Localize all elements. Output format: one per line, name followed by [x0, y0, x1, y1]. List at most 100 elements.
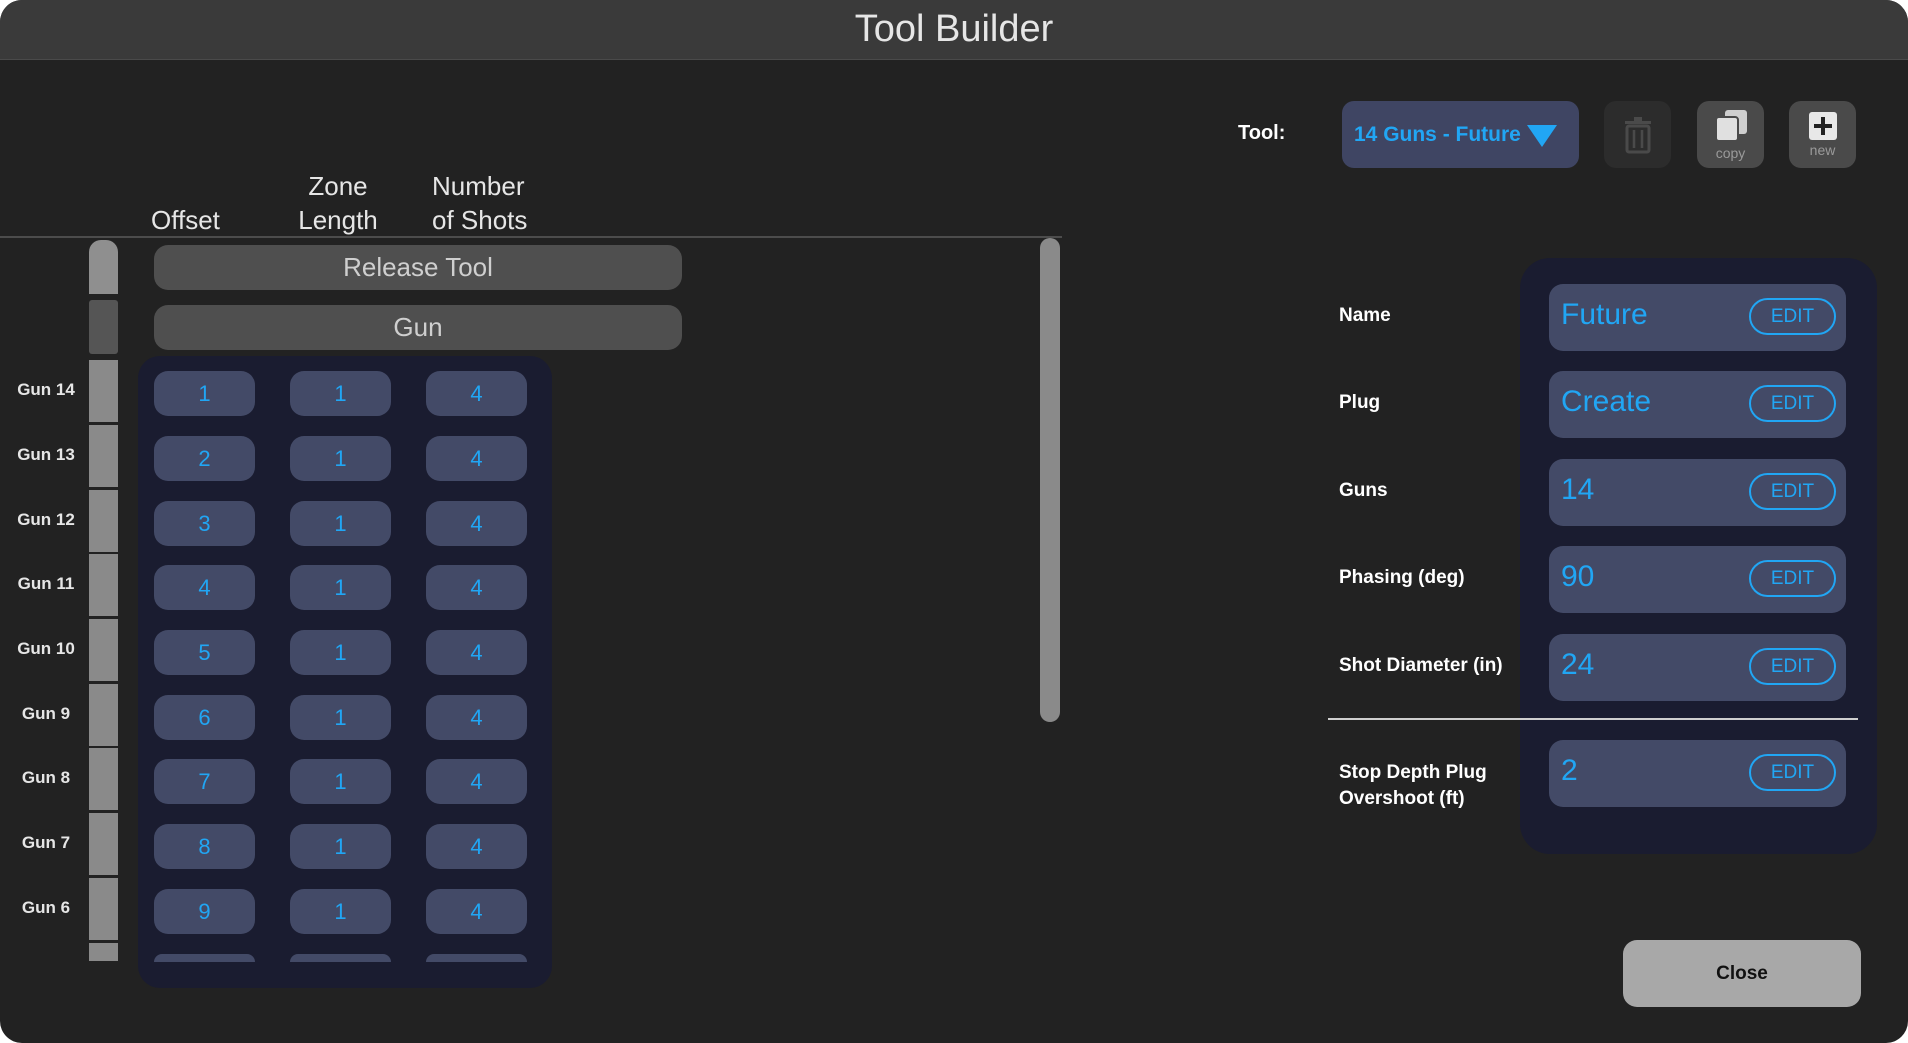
zone-length-cell[interactable]: 1	[290, 824, 391, 869]
edit-guns-button[interactable]: EDIT	[1749, 473, 1836, 510]
zone-length-cell[interactable]: 1	[290, 630, 391, 675]
table-row: Gun 6 9 1 4	[0, 878, 600, 943]
offset-cell[interactable]: 3	[154, 501, 255, 546]
zone-length-cell[interactable]: 1	[290, 501, 391, 546]
offset-cell[interactable]: 5	[154, 630, 255, 675]
edit-name-button[interactable]: EDIT	[1749, 298, 1836, 335]
grid-scrollbar[interactable]	[1040, 238, 1060, 722]
gun-row-label: Gun 11	[17, 574, 75, 593]
gun-row-label: Gun 6	[21, 898, 71, 917]
offset-cell[interactable]: 8	[154, 824, 255, 869]
name-field: Future EDIT	[1549, 284, 1846, 351]
header-offset-text: Offset	[151, 205, 220, 235]
offset-cell[interactable]: 7	[154, 759, 255, 804]
close-button[interactable]: Close	[1623, 940, 1861, 1007]
gun-row-label: Gun 8	[21, 768, 71, 787]
plug-value: Create	[1561, 385, 1652, 418]
offset-cell[interactable]: 6	[154, 695, 255, 740]
offset-cell[interactable]: 4	[154, 565, 255, 610]
zone-length-cell[interactable]: 1	[290, 371, 391, 416]
plug-field: Create EDIT	[1549, 371, 1846, 438]
row-drag-handle[interactable]	[89, 748, 118, 810]
title-bar: Tool Builder	[0, 0, 1908, 60]
row-drag-handle[interactable]	[89, 878, 118, 940]
header-shots-line2: of Shots	[432, 205, 528, 235]
shots-cell[interactable]: 4	[426, 371, 527, 416]
shots-cell[interactable]: 4	[426, 436, 527, 481]
guns-label: Guns	[1339, 480, 1388, 501]
stop-depth-value: 2	[1561, 754, 1578, 787]
zone-length-cell[interactable]: 1	[290, 565, 391, 610]
gun-handle[interactable]	[89, 300, 118, 354]
shot-diameter-value: 24	[1561, 648, 1595, 681]
header-shots-line1: Number	[432, 171, 525, 201]
stop-depth-label: Stop Depth Plug Overshoot (ft)	[1339, 760, 1487, 812]
edit-shot-diameter-button[interactable]: EDIT	[1749, 648, 1836, 685]
shots-cell-partial[interactable]	[426, 954, 527, 962]
guns-value: 14	[1561, 473, 1595, 506]
row-drag-handle[interactable]	[89, 360, 118, 422]
copy-button[interactable]: copy	[1697, 101, 1764, 168]
shots-cell[interactable]: 4	[426, 824, 527, 869]
table-row: Gun 9 6 1 4	[0, 684, 600, 749]
row-drag-handle[interactable]	[89, 813, 118, 875]
row-drag-handle-partial[interactable]	[89, 943, 118, 961]
header-divider	[0, 236, 1062, 238]
row-drag-handle[interactable]	[89, 490, 118, 552]
gun-row-label: Gun 13	[17, 445, 75, 464]
row-drag-handle[interactable]	[89, 554, 118, 616]
edit-phasing-button[interactable]: EDIT	[1749, 560, 1836, 597]
tool-dropdown-value: 14 Guns - Future	[1354, 122, 1521, 146]
shots-cell[interactable]: 4	[426, 565, 527, 610]
gun-row-label: Gun 7	[21, 833, 71, 852]
trash-icon	[1624, 116, 1651, 153]
row-drag-handle[interactable]	[89, 425, 118, 487]
copy-icon	[1714, 110, 1747, 142]
phasing-value: 90	[1561, 560, 1595, 593]
properties-divider	[1328, 718, 1858, 720]
row-drag-handle[interactable]	[89, 619, 118, 681]
tool-builder-window: Tool Builder Tool: 14 Guns - Future copy…	[0, 0, 1908, 1043]
header-offset: Offset	[151, 203, 220, 237]
shots-cell[interactable]: 4	[426, 759, 527, 804]
shots-cell[interactable]: 4	[426, 630, 527, 675]
gun-row-label: Gun 10	[17, 639, 75, 658]
zone-length-cell[interactable]: 1	[290, 759, 391, 804]
offset-cell[interactable]: 9	[154, 889, 255, 934]
shot-diameter-field: 24 EDIT	[1549, 634, 1846, 701]
table-row: Gun 11 4 1 4	[0, 554, 600, 619]
plus-icon	[1808, 112, 1837, 140]
shot-diameter-label: Shot Diameter (in)	[1339, 655, 1503, 676]
offset-cell[interactable]: 1	[154, 371, 255, 416]
name-value: Future	[1561, 298, 1648, 331]
gun-bar[interactable]: Gun	[154, 305, 682, 350]
stop-depth-field: 2 EDIT	[1549, 740, 1846, 807]
zone-length-cell[interactable]: 1	[290, 889, 391, 934]
release-tool-handle[interactable]	[89, 240, 118, 294]
zone-length-cell[interactable]: 1	[290, 695, 391, 740]
tool-dropdown[interactable]: 14 Guns - Future	[1342, 101, 1579, 168]
row-drag-handle[interactable]	[89, 684, 118, 746]
stop-depth-label-line1: Stop Depth Plug	[1339, 762, 1487, 783]
table-row: Gun 8 7 1 4	[0, 748, 600, 813]
offset-cell-partial[interactable]	[154, 954, 255, 962]
shots-cell[interactable]: 4	[426, 501, 527, 546]
name-label: Name	[1339, 305, 1391, 326]
zone-length-cell-partial[interactable]	[290, 954, 391, 962]
table-row: Gun 7 8 1 4	[0, 813, 600, 878]
edit-stop-depth-button[interactable]: EDIT	[1749, 754, 1836, 791]
gun-bar-label: Gun	[393, 312, 443, 342]
offset-cell[interactable]: 2	[154, 436, 255, 481]
phasing-field: 90 EDIT	[1549, 546, 1846, 613]
delete-button[interactable]	[1604, 101, 1671, 168]
phasing-label: Phasing (deg)	[1339, 567, 1465, 588]
stop-depth-label-line2: Overshoot (ft)	[1339, 788, 1465, 809]
new-button[interactable]: new	[1789, 101, 1856, 168]
shots-cell[interactable]: 4	[426, 889, 527, 934]
release-tool-bar[interactable]: Release Tool	[154, 245, 682, 290]
gun-row-label: Gun 12	[17, 510, 75, 529]
shots-cell[interactable]: 4	[426, 695, 527, 740]
table-row: Gun 12 3 1 4	[0, 490, 600, 555]
zone-length-cell[interactable]: 1	[290, 436, 391, 481]
edit-plug-button[interactable]: EDIT	[1749, 385, 1836, 422]
